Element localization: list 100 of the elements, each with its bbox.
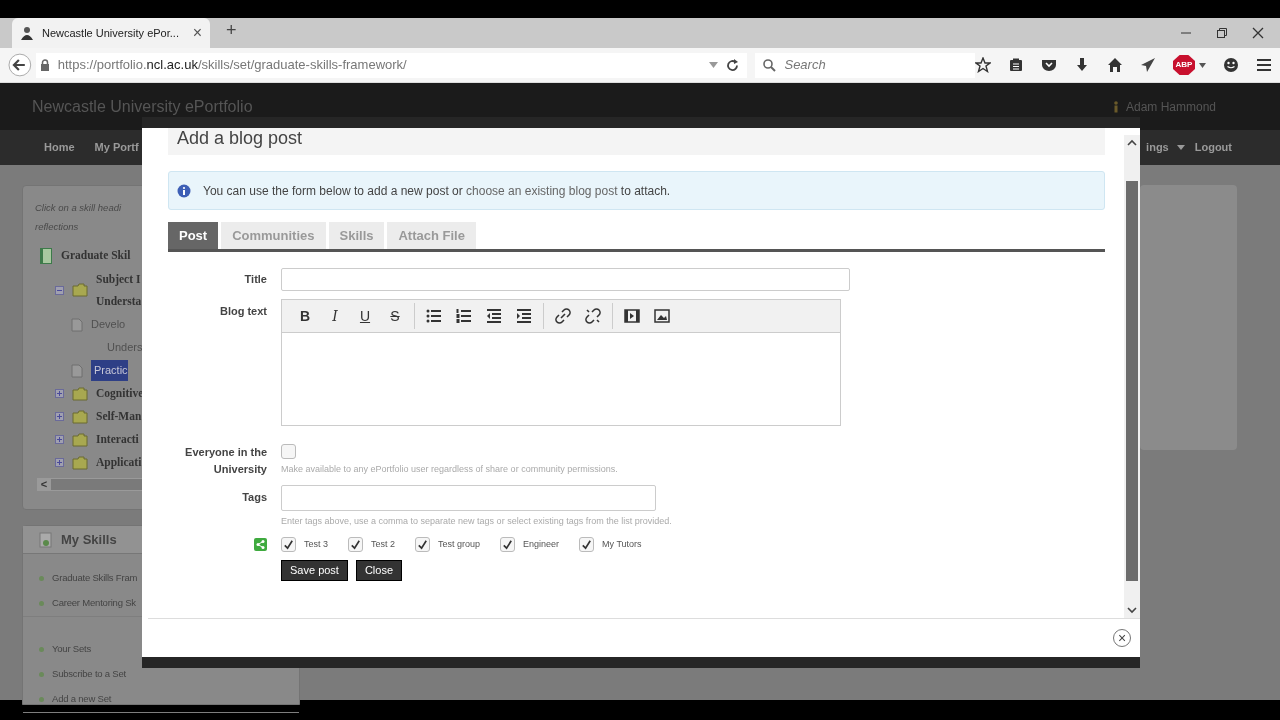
panel-title: My Skills xyxy=(61,530,117,549)
tree-item[interactable]: Graduate Skil xyxy=(61,246,131,265)
menu-icon[interactable] xyxy=(1256,57,1272,73)
nav-link[interactable]: Home xyxy=(44,139,75,156)
link-icon[interactable] xyxy=(555,308,571,324)
caret-icon[interactable] xyxy=(1199,62,1206,68)
scrollbar-thumb[interactable] xyxy=(1126,181,1138,581)
tab[interactable]: Attach File xyxy=(387,222,476,249)
checkbox[interactable] xyxy=(348,537,363,552)
restore-icon[interactable] xyxy=(1216,27,1228,39)
expand-icon[interactable] xyxy=(55,389,64,398)
checkbox[interactable] xyxy=(500,537,516,552)
nav-link[interactable]: Logout xyxy=(1194,139,1232,156)
caret-icon[interactable] xyxy=(1176,145,1185,150)
search-field[interactable]: Search xyxy=(755,52,975,78)
clipboard-icon[interactable] xyxy=(1008,57,1024,73)
close-tab-button[interactable]: × xyxy=(192,21,202,45)
browser-tab[interactable]: Newcastle University ePor... × xyxy=(12,18,210,48)
tree-item[interactable]: Unders xyxy=(107,339,143,356)
scroll-up-icon[interactable] xyxy=(1127,139,1137,146)
tab[interactable]: Skills xyxy=(328,222,385,249)
nav-link[interactable]: My Portf xyxy=(94,139,139,156)
field-label: Blog text xyxy=(218,304,267,319)
scroll-left-button[interactable]: < xyxy=(37,476,51,493)
bold-button[interactable]: B xyxy=(290,303,320,329)
title-input[interactable] xyxy=(281,268,850,291)
form-button[interactable]: Save post xyxy=(281,560,348,581)
menu-link[interactable]: Graduate Skills Fram xyxy=(52,571,138,586)
bullet-icon xyxy=(39,647,44,652)
field-label: Title xyxy=(243,272,267,288)
pocket-icon[interactable] xyxy=(1041,57,1057,73)
film-icon[interactable] xyxy=(624,308,640,324)
search-icon xyxy=(763,58,777,72)
existing-post-link[interactable]: choose an existing blog post xyxy=(466,183,618,198)
checkbox[interactable] xyxy=(281,444,296,459)
adblock-button[interactable]: ABP xyxy=(1173,55,1195,75)
back-button[interactable] xyxy=(8,53,32,77)
indent-icon[interactable] xyxy=(516,308,532,324)
expand-icon[interactable] xyxy=(55,458,64,467)
tree-item[interactable]: Practic xyxy=(91,360,128,381)
tab[interactable]: Communities xyxy=(221,222,326,249)
tree-item[interactable]: Self-Man xyxy=(96,407,142,426)
reload-icon[interactable] xyxy=(726,58,740,72)
modal-title: Add a blog post xyxy=(168,128,1105,155)
tree-item[interactable]: Subject I Understa xyxy=(96,268,142,312)
home-icon[interactable] xyxy=(1107,57,1123,73)
bullet-list-icon[interactable] xyxy=(426,308,442,324)
bullet-icon xyxy=(39,672,44,677)
user-icon xyxy=(1113,100,1118,113)
folder-icon xyxy=(72,409,88,424)
bullet-icon xyxy=(39,697,44,702)
help-text: Make available to any ePortfolio user regardless of share or community permissions. xyxy=(281,464,618,474)
tree-item[interactable]: Applicati xyxy=(96,453,142,472)
unlink-icon[interactable] xyxy=(585,308,601,324)
help-text: Enter tags above, use a comma to separate new tags or select existing tags from the list provided. xyxy=(281,516,672,526)
form-button[interactable]: Close xyxy=(355,560,403,581)
collapse-icon[interactable] xyxy=(55,285,64,295)
outdent-icon[interactable] xyxy=(486,308,502,324)
star-icon[interactable] xyxy=(975,57,991,73)
checkbox[interactable] xyxy=(579,537,595,552)
tags-input[interactable] xyxy=(281,485,656,511)
send-icon[interactable] xyxy=(1140,57,1156,73)
checkbox-label: Test group xyxy=(438,537,481,551)
underline-button[interactable]: U xyxy=(350,303,380,329)
numbered-list-icon[interactable] xyxy=(456,308,472,324)
scroll-down-icon[interactable] xyxy=(1127,607,1137,614)
italic-button[interactable]: I xyxy=(320,303,350,329)
folder-icon xyxy=(72,432,88,447)
field-label: Everyone in the University xyxy=(184,445,267,477)
page-icon xyxy=(71,363,83,378)
checkbox-label: My Tutors xyxy=(602,537,642,551)
nav-link[interactable]: ings xyxy=(1146,139,1169,156)
tree-item[interactable]: Develo xyxy=(91,316,126,333)
document-icon xyxy=(39,531,53,548)
checkbox-label: Test 3 xyxy=(304,537,328,551)
new-tab-button[interactable]: + xyxy=(226,17,237,44)
checkbox[interactable] xyxy=(415,537,431,552)
checkbox[interactable] xyxy=(281,537,296,552)
menu-link[interactable]: Your Sets xyxy=(52,642,92,657)
menu-link[interactable]: Career Mentoring Sk xyxy=(52,596,136,611)
tab-title: Newcastle University ePor... xyxy=(42,25,180,41)
expand-icon[interactable] xyxy=(55,435,64,444)
download-icon[interactable] xyxy=(1074,57,1090,73)
person-icon xyxy=(20,26,34,40)
bullet-icon xyxy=(39,576,44,581)
expand-icon[interactable] xyxy=(55,412,64,421)
close-icon[interactable] xyxy=(1252,27,1264,39)
image-icon[interactable] xyxy=(654,308,670,324)
smiley-icon[interactable] xyxy=(1223,57,1239,73)
tab[interactable]: Post xyxy=(168,222,219,249)
share-icon xyxy=(254,538,267,551)
tree-item[interactable]: Interacti xyxy=(96,430,139,449)
folder-icon xyxy=(72,386,88,401)
bullet-icon xyxy=(39,601,44,606)
book-icon xyxy=(39,246,53,265)
dropdown-icon[interactable] xyxy=(709,62,719,68)
field-label: Tags xyxy=(241,490,267,505)
folder-icon xyxy=(72,283,88,297)
strike-button[interactable]: S xyxy=(380,303,410,329)
tree-item[interactable]: Cognitive xyxy=(96,384,144,403)
